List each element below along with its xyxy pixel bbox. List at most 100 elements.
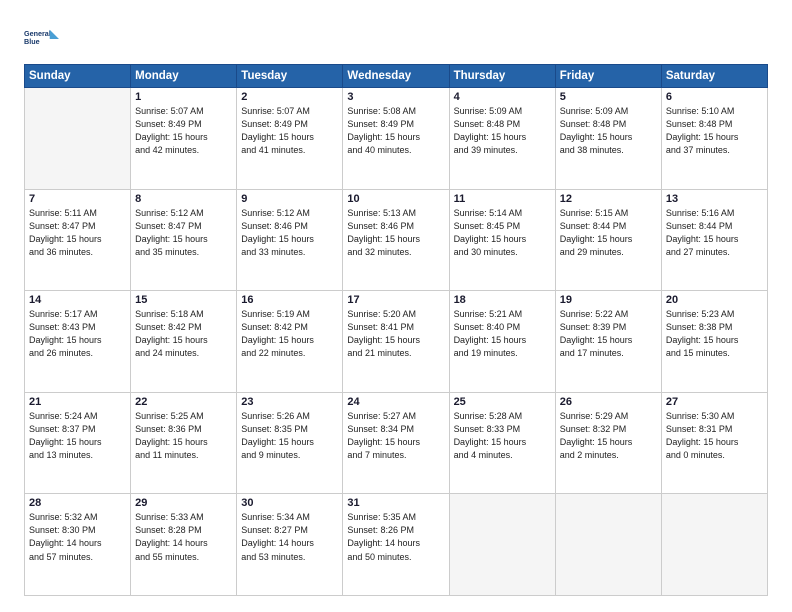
day-info: Sunrise: 5:34 AM Sunset: 8:27 PM Dayligh…: [241, 511, 338, 563]
day-of-week-header: Saturday: [661, 65, 767, 88]
day-number: 2: [241, 91, 338, 103]
calendar-cell: 16 Sunrise: 5:19 AM Sunset: 8:42 PM Dayli…: [237, 291, 343, 393]
calendar-cell: 22 Sunrise: 5:25 AM Sunset: 8:36 PM Dayli…: [131, 392, 237, 494]
calendar-cell: 19 Sunrise: 5:22 AM Sunset: 8:39 PM Dayli…: [555, 291, 661, 393]
day-number: 17: [347, 294, 444, 306]
day-number: 21: [29, 396, 126, 408]
calendar-cell: 15 Sunrise: 5:18 AM Sunset: 8:42 PM Dayli…: [131, 291, 237, 393]
calendar-cell: 17 Sunrise: 5:20 AM Sunset: 8:41 PM Dayli…: [343, 291, 449, 393]
day-number: 16: [241, 294, 338, 306]
calendar-cell: 7 Sunrise: 5:11 AM Sunset: 8:47 PM Daylig…: [25, 189, 131, 291]
calendar-cell: 9 Sunrise: 5:12 AM Sunset: 8:46 PM Daylig…: [237, 189, 343, 291]
day-info: Sunrise: 5:08 AM Sunset: 8:49 PM Dayligh…: [347, 105, 444, 157]
day-info: Sunrise: 5:15 AM Sunset: 8:44 PM Dayligh…: [560, 207, 657, 259]
day-info: Sunrise: 5:09 AM Sunset: 8:48 PM Dayligh…: [454, 105, 551, 157]
day-info: Sunrise: 5:35 AM Sunset: 8:26 PM Dayligh…: [347, 511, 444, 563]
calendar-cell: 8 Sunrise: 5:12 AM Sunset: 8:47 PM Daylig…: [131, 189, 237, 291]
calendar-cell: 10Sunrise: 5:13 AM Sunset: 8:46 PM Dayli…: [343, 189, 449, 291]
day-number: 3: [347, 91, 444, 103]
calendar-cell: 25Sunrise: 5:28 AM Sunset: 8:33 PM Dayli…: [449, 392, 555, 494]
day-info: Sunrise: 5:09 AM Sunset: 8:48 PM Dayligh…: [560, 105, 657, 157]
day-number: 23: [241, 396, 338, 408]
day-number: 30: [241, 497, 338, 509]
calendar-cell: 5 Sunrise: 5:09 AM Sunset: 8:48 PM Daylig…: [555, 88, 661, 190]
day-number: 8: [135, 193, 232, 205]
day-info: Sunrise: 5:22 AM Sunset: 8:39 PM Dayligh…: [560, 308, 657, 360]
svg-text:Blue: Blue: [24, 37, 40, 46]
calendar-cell: 31 Sunrise: 5:35 AM Sunset: 8:26 PM Dayli…: [343, 494, 449, 596]
day-number: 27: [666, 396, 763, 408]
day-of-week-header: Friday: [555, 65, 661, 88]
day-number: 14: [29, 294, 126, 306]
day-number: 22: [135, 396, 232, 408]
day-info: Sunrise: 5:18 AM Sunset: 8:42 PM Dayligh…: [135, 308, 232, 360]
day-number: 25: [454, 396, 551, 408]
day-info: Sunrise: 5:21 AM Sunset: 8:40 PM Dayligh…: [454, 308, 551, 360]
day-number: 18: [454, 294, 551, 306]
day-info: Sunrise: 5:26 AM Sunset: 8:35 PM Dayligh…: [241, 410, 338, 462]
calendar-cell: 4 Sunrise: 5:09 AM Sunset: 8:48 PM Daylig…: [449, 88, 555, 190]
day-info: Sunrise: 5:12 AM Sunset: 8:46 PM Dayligh…: [241, 207, 338, 259]
day-number: 5: [560, 91, 657, 103]
calendar-cell: 2 Sunrise: 5:07 AM Sunset: 8:49 PM Daylig…: [237, 88, 343, 190]
day-number: 26: [560, 396, 657, 408]
calendar-cell: [661, 494, 767, 596]
logo: GeneralBlue: [24, 20, 60, 56]
svg-text:General: General: [24, 29, 51, 38]
day-info: Sunrise: 5:10 AM Sunset: 8:48 PM Dayligh…: [666, 105, 763, 157]
day-number: 7: [29, 193, 126, 205]
calendar-cell: 30 Sunrise: 5:34 AM Sunset: 8:27 PM Dayli…: [237, 494, 343, 596]
calendar-cell: 24 Sunrise: 5:27 AM Sunset: 8:34 PM Dayli…: [343, 392, 449, 494]
day-info: Sunrise: 5:23 AM Sunset: 8:38 PM Dayligh…: [666, 308, 763, 360]
day-number: 1: [135, 91, 232, 103]
day-number: 24: [347, 396, 444, 408]
calendar-cell: 3 Sunrise: 5:08 AM Sunset: 8:49 PM Daylig…: [343, 88, 449, 190]
day-info: Sunrise: 5:27 AM Sunset: 8:34 PM Dayligh…: [347, 410, 444, 462]
calendar-cell: 28Sunrise: 5:32 AM Sunset: 8:30 PM Dayli…: [25, 494, 131, 596]
day-number: 10: [347, 193, 444, 205]
day-info: Sunrise: 5:24 AM Sunset: 8:37 PM Dayligh…: [29, 410, 126, 462]
calendar-table: SundayMondayTuesdayWednesdayThursdayFrid…: [24, 64, 768, 596]
calendar-cell: 23 Sunrise: 5:26 AM Sunset: 8:35 PM Dayli…: [237, 392, 343, 494]
day-info: Sunrise: 5:07 AM Sunset: 8:49 PM Dayligh…: [135, 105, 232, 157]
calendar-cell: 13 Sunrise: 5:16 AM Sunset: 8:44 PM Dayli…: [661, 189, 767, 291]
calendar-cell: [449, 494, 555, 596]
calendar-cell: 20Sunrise: 5:23 AM Sunset: 8:38 PM Dayli…: [661, 291, 767, 393]
day-number: 28: [29, 497, 126, 509]
day-info: Sunrise: 5:11 AM Sunset: 8:47 PM Dayligh…: [29, 207, 126, 259]
day-number: 13: [666, 193, 763, 205]
day-of-week-header: Tuesday: [237, 65, 343, 88]
day-info: Sunrise: 5:25 AM Sunset: 8:36 PM Dayligh…: [135, 410, 232, 462]
day-of-week-header: Monday: [131, 65, 237, 88]
calendar-cell: 12 Sunrise: 5:15 AM Sunset: 8:44 PM Dayli…: [555, 189, 661, 291]
calendar-cell: 21 Sunrise: 5:24 AM Sunset: 8:37 PM Dayli…: [25, 392, 131, 494]
calendar-cell: 27 Sunrise: 5:30 AM Sunset: 8:31 PM Dayli…: [661, 392, 767, 494]
day-info: Sunrise: 5:20 AM Sunset: 8:41 PM Dayligh…: [347, 308, 444, 360]
day-number: 31: [347, 497, 444, 509]
calendar-cell: 1 Sunrise: 5:07 AM Sunset: 8:49 PM Daylig…: [131, 88, 237, 190]
calendar-cell: 26 Sunrise: 5:29 AM Sunset: 8:32 PM Dayli…: [555, 392, 661, 494]
day-number: 29: [135, 497, 232, 509]
day-of-week-header: Thursday: [449, 65, 555, 88]
day-number: 15: [135, 294, 232, 306]
day-info: Sunrise: 5:07 AM Sunset: 8:49 PM Dayligh…: [241, 105, 338, 157]
day-info: Sunrise: 5:30 AM Sunset: 8:31 PM Dayligh…: [666, 410, 763, 462]
page-header: GeneralBlue: [24, 20, 768, 56]
calendar-cell: [25, 88, 131, 190]
day-number: 9: [241, 193, 338, 205]
day-number: 11: [454, 193, 551, 205]
day-info: Sunrise: 5:29 AM Sunset: 8:32 PM Dayligh…: [560, 410, 657, 462]
day-info: Sunrise: 5:12 AM Sunset: 8:47 PM Dayligh…: [135, 207, 232, 259]
day-of-week-header: Sunday: [25, 65, 131, 88]
day-number: 4: [454, 91, 551, 103]
day-info: Sunrise: 5:19 AM Sunset: 8:42 PM Dayligh…: [241, 308, 338, 360]
day-number: 12: [560, 193, 657, 205]
calendar-cell: 29Sunrise: 5:33 AM Sunset: 8:28 PM Dayli…: [131, 494, 237, 596]
day-number: 19: [560, 294, 657, 306]
calendar-cell: [555, 494, 661, 596]
day-info: Sunrise: 5:16 AM Sunset: 8:44 PM Dayligh…: [666, 207, 763, 259]
day-info: Sunrise: 5:14 AM Sunset: 8:45 PM Dayligh…: [454, 207, 551, 259]
day-info: Sunrise: 5:17 AM Sunset: 8:43 PM Dayligh…: [29, 308, 126, 360]
day-number: 6: [666, 91, 763, 103]
day-of-week-header: Wednesday: [343, 65, 449, 88]
